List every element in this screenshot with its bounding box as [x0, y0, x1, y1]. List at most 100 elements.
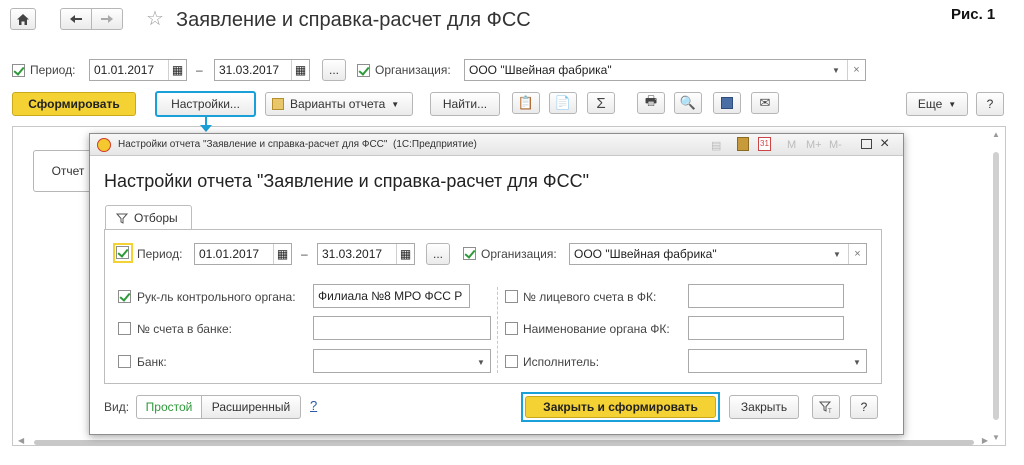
dialog-period-select-button[interactable]: ...	[426, 243, 450, 265]
save-icon[interactable]	[713, 92, 741, 114]
calendar-icon[interactable]: ▦	[291, 60, 309, 80]
filter-icon	[116, 213, 128, 224]
home-button[interactable]	[10, 8, 36, 30]
email-icon[interactable]: ✉	[751, 92, 779, 114]
head-control-value: Филиала №8 МРО ФСС Р	[318, 289, 463, 303]
scroll-thumb[interactable]	[993, 152, 999, 420]
date-to-field[interactable]: 31.03.2017 ▦	[214, 59, 310, 81]
callout-arrow-icon	[200, 125, 212, 132]
chevron-down-icon[interactable]: ▼	[827, 60, 845, 80]
period-select-button[interactable]: ...	[322, 59, 346, 81]
variants-icon	[272, 98, 284, 110]
scroll-up-icon[interactable]: ▲	[992, 130, 1000, 139]
chevron-down-icon[interactable]: ▼	[828, 244, 846, 264]
more-label: Еще	[917, 97, 943, 111]
view-help-link[interactable]: ?	[310, 398, 317, 413]
find-button[interactable]: Найти...	[430, 92, 500, 116]
bank-checkbox[interactable]	[118, 355, 131, 368]
settings-button[interactable]: Настройки...	[155, 91, 256, 117]
clear-icon[interactable]: ×	[848, 244, 866, 264]
close-icon[interactable]: ×	[880, 135, 889, 153]
bank-account-label: № счета в банке:	[137, 322, 232, 336]
scroll-left-icon[interactable]: ◀	[18, 436, 24, 445]
executor-field[interactable]: ▼	[688, 349, 867, 373]
filter-settings-button[interactable]: T	[812, 395, 840, 419]
back-button[interactable]	[60, 8, 92, 30]
print-icon[interactable]: 🖶	[637, 92, 665, 114]
bank-account-checkbox[interactable]	[118, 322, 131, 335]
close-button[interactable]: Закрыть	[729, 395, 799, 419]
view-label: Вид:	[104, 400, 130, 414]
report-variants-label: Варианты отчета	[290, 97, 386, 111]
date-from-field[interactable]: 01.01.2017 ▦	[89, 59, 187, 81]
bank-label: Банк:	[137, 355, 167, 369]
close-generate-button[interactable]: Закрыть и сформировать	[525, 396, 716, 418]
organization-label: Организация:	[375, 63, 451, 77]
tab-filters-label: Отборы	[134, 211, 178, 225]
executor-label: Исполнитель:	[523, 355, 600, 369]
maximize-icon[interactable]	[861, 139, 872, 149]
horizontal-scrollbar[interactable]: ◀ ▶	[18, 436, 988, 448]
fk-name-checkbox[interactable]	[505, 322, 518, 335]
chevron-down-icon[interactable]: ▼	[472, 352, 490, 372]
bank-field[interactable]: ▼	[313, 349, 491, 373]
organization-field[interactable]: ООО "Швейная фабрика" ▼ ×	[464, 59, 866, 81]
1c-logo-icon	[97, 138, 111, 152]
dialog-period-checkbox[interactable]	[116, 246, 129, 259]
doc-icon[interactable]: ▤	[711, 139, 721, 152]
head-control-label: Рук-ль контрольного органа:	[137, 290, 296, 304]
vertical-scrollbar[interactable]: ▲ ▼	[990, 130, 1002, 442]
memory-mplus-icon[interactable]: M+	[806, 139, 822, 151]
scroll-down-icon[interactable]: ▼	[992, 433, 1000, 442]
head-control-field[interactable]: Филиала №8 МРО ФСС Р	[313, 284, 470, 308]
calendar-icon[interactable]: ▦	[396, 244, 414, 264]
tab-filters[interactable]: Отборы	[105, 205, 192, 230]
date-separator: –	[196, 63, 203, 77]
personal-account-field[interactable]	[688, 284, 844, 308]
more-button[interactable]: Еще ▼	[906, 92, 968, 116]
scroll-thumb-h[interactable]	[34, 440, 974, 445]
calendar-icon[interactable]: ▦	[168, 60, 186, 80]
arrow-right-icon	[101, 15, 113, 23]
dialog-organization-field[interactable]: ООО "Швейная фабрика" ▼ ×	[569, 243, 867, 265]
report-variants-button[interactable]: Варианты отчета ▼	[265, 92, 413, 116]
executor-checkbox[interactable]	[505, 355, 518, 368]
paste-icon[interactable]: 📄	[549, 92, 577, 114]
chevron-down-icon[interactable]: ▼	[848, 352, 866, 372]
personal-account-checkbox[interactable]	[505, 290, 518, 303]
filter-icon: T	[819, 401, 832, 413]
fk-name-field[interactable]	[688, 316, 844, 340]
dialog-organization-value: ООО "Швейная фабрика"	[574, 247, 717, 261]
dialog-period-label: Период:	[137, 247, 183, 261]
period-label: Период:	[30, 63, 76, 77]
sum-icon[interactable]: Σ	[587, 92, 615, 114]
calendar-icon[interactable]: 31	[758, 137, 771, 151]
organization-checkbox[interactable]	[357, 64, 370, 77]
dialog-date-to-field[interactable]: 31.03.2017 ▦	[317, 243, 415, 265]
dialog-help-button[interactable]: ?	[850, 395, 878, 419]
generate-button[interactable]: Сформировать	[12, 92, 136, 116]
scroll-right-icon[interactable]: ▶	[982, 436, 988, 445]
memory-m-icon[interactable]: M	[787, 139, 796, 151]
memory-mminus-icon[interactable]: M-	[829, 139, 842, 151]
dialog-date-from-field[interactable]: 01.01.2017 ▦	[194, 243, 292, 265]
favorite-star-icon[interactable]: ☆	[146, 8, 164, 30]
bank-account-field[interactable]	[313, 316, 491, 340]
dialog-organization-checkbox[interactable]	[463, 247, 476, 260]
view-simple-button[interactable]: Простой	[136, 395, 202, 419]
head-control-checkbox[interactable]	[118, 290, 131, 303]
copy-icon[interactable]: 📋	[512, 92, 540, 114]
help-button[interactable]: ?	[976, 92, 1004, 116]
preview-icon[interactable]: 🔍	[674, 92, 702, 114]
svg-text:T: T	[828, 409, 832, 413]
clear-icon[interactable]: ×	[847, 60, 865, 80]
dialog-heading: Настройки отчета "Заявление и справка-ра…	[104, 171, 589, 191]
forward-button[interactable]	[91, 8, 123, 30]
period-checkbox[interactable]	[12, 64, 25, 77]
calculator-icon[interactable]	[737, 137, 749, 151]
view-extended-button[interactable]: Расширенный	[201, 395, 301, 419]
calendar-icon[interactable]: ▦	[273, 244, 291, 264]
chevron-down-icon: ▼	[948, 99, 957, 109]
chevron-down-icon: ▼	[391, 99, 400, 109]
page-title: Заявление и справка-расчет для ФСС	[176, 9, 531, 31]
